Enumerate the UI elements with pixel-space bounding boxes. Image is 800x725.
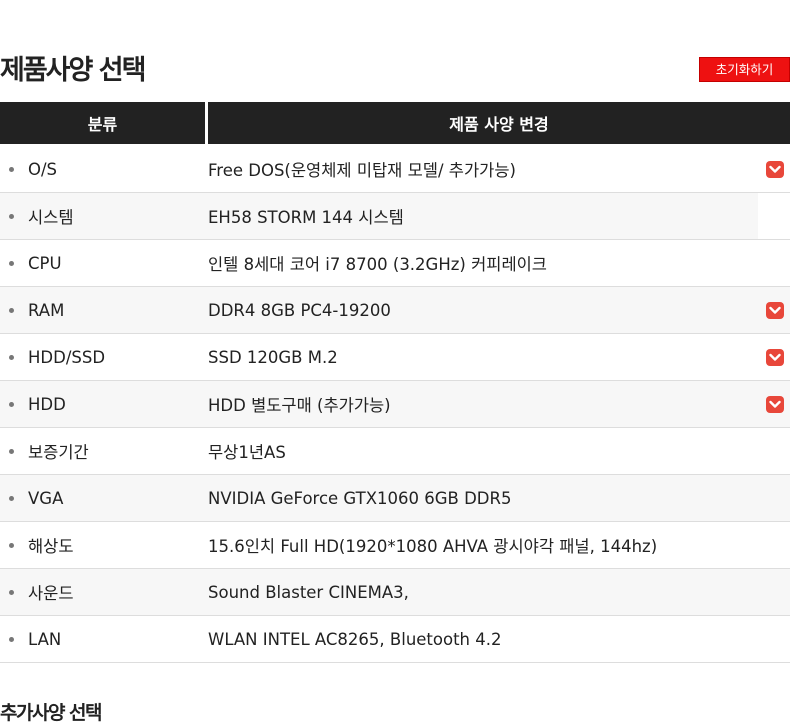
bullet-dot-icon — [9, 308, 14, 313]
bullet-dot-icon — [9, 214, 14, 219]
bullet-dot-icon — [9, 496, 14, 501]
table-row: 사운드 Sound Blaster CINEMA3, — [0, 569, 790, 616]
row-spec-value: NVIDIA GeForce GTX1060 6GB DDR5 — [208, 488, 512, 508]
table-row[interactable]: HDD/SSD SSD 120GB M.2 — [0, 334, 790, 381]
row-category: RAM — [28, 300, 65, 320]
table-row[interactable]: O/S Free DOS(운영체제 미탑재 모델/ 추가가능) — [0, 146, 790, 193]
chevron-down-icon[interactable] — [766, 302, 784, 319]
bullet-dot-icon — [9, 167, 14, 172]
row-spec-value: SSD 120GB M.2 — [208, 347, 338, 367]
row-spec-value: 무상1년AS — [208, 443, 286, 462]
row-category: 해상도 — [28, 537, 74, 556]
bullet-dot-icon — [9, 637, 14, 642]
table-row[interactable]: RAM DDR4 8GB PC4-19200 — [0, 287, 790, 334]
row-spec-value: 15.6인치 Full HD(1920*1080 AHVA 광시야각 패널, 1… — [208, 537, 658, 556]
section-title: 제품사양 선택 — [0, 55, 146, 86]
bullet-dot-icon — [9, 449, 14, 454]
row-spec-value: DDR4 8GB PC4-19200 — [208, 300, 391, 320]
row-category: HDD/SSD — [28, 347, 106, 367]
chevron-down-icon[interactable] — [766, 349, 784, 366]
row-spec-value: HDD 별도구매 (추가가능) — [208, 396, 391, 415]
spec-table: 분류 제품 사양 변경 O/S Free DOS(운영체제 미탑재 모델/ 추가가… — [0, 102, 790, 663]
row-spec-value: 인텔 8세대 코어 i7 8700 (3.2GHz) 커피레이크 — [208, 255, 547, 274]
row-category: LAN — [28, 629, 62, 649]
row-spec-value: Free DOS(운영체제 미탑재 모델/ 추가가능) — [208, 161, 516, 180]
row-category: 사운드 — [28, 584, 74, 603]
bullet-dot-icon — [9, 543, 14, 548]
table-row: 보증기간 무상1년AS — [0, 428, 790, 475]
row-category: O/S — [28, 159, 58, 179]
chevron-down-icon[interactable] — [766, 396, 784, 413]
bullet-dot-icon — [9, 355, 14, 360]
table-row[interactable]: HDD HDD 별도구매 (추가가능) — [0, 381, 790, 428]
bullet-dot-icon — [9, 402, 14, 407]
reset-button[interactable]: 초기화하기 — [699, 57, 790, 82]
table-row: CPU 인텔 8세대 코어 i7 8700 (3.2GHz) 커피레이크 — [0, 240, 790, 287]
bullet-dot-icon — [9, 590, 14, 595]
table-header: 분류 제품 사양 변경 — [0, 102, 790, 146]
header-spec: 제품 사양 변경 — [208, 102, 790, 144]
row-category: HDD — [28, 394, 66, 414]
header-category: 분류 — [0, 102, 205, 144]
row-category: 보증기간 — [28, 443, 89, 462]
row-spec-value: EH58 STORM 144 시스템 — [208, 208, 404, 227]
table-row: 해상도 15.6인치 Full HD(1920*1080 AHVA 광시야각 패널… — [0, 522, 790, 569]
row-spec-value: WLAN INTEL AC8265, Bluetooth 4.2 — [208, 629, 502, 649]
table-row: VGA NVIDIA GeForce GTX1060 6GB DDR5 — [0, 475, 790, 522]
row-spec-value: Sound Blaster CINEMA3, — [208, 582, 409, 602]
row-category: 시스템 — [28, 208, 74, 227]
chevron-down-icon[interactable] — [766, 161, 784, 178]
row-category: CPU — [28, 253, 62, 273]
bullet-dot-icon — [9, 261, 14, 266]
row-end-cell — [758, 193, 790, 239]
spec-rows: O/S Free DOS(운영체제 미탑재 모델/ 추가가능) 시스템 EH58 ST… — [0, 146, 790, 663]
table-row: LAN WLAN INTEL AC8265, Bluetooth 4.2 — [0, 616, 790, 663]
next-section-title: 추가사양 선택 — [0, 702, 103, 724]
table-row: 시스템 EH58 STORM 144 시스템 — [0, 193, 790, 240]
row-category: VGA — [28, 488, 64, 508]
